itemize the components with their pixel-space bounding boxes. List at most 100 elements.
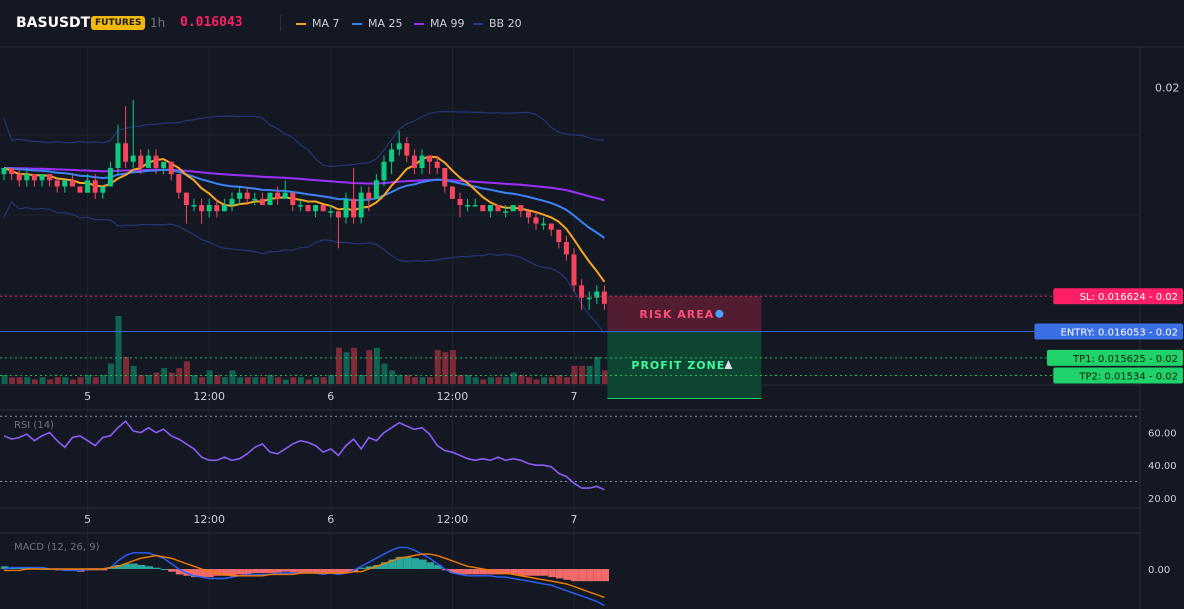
- volume-bar: [556, 374, 563, 384]
- bollinger-layer: [3, 110, 605, 335]
- volume-bar: [24, 377, 31, 384]
- candle: [586, 291, 592, 311]
- macd-hist-bar: [593, 569, 602, 582]
- candle-body: [168, 161, 174, 175]
- volume-bar: [487, 377, 494, 384]
- candle-body: [47, 174, 53, 181]
- candle-body: [601, 291, 607, 304]
- candle-body: [191, 205, 197, 207]
- macd-hist-bar: [137, 564, 146, 569]
- time-tick-label: 7: [571, 390, 578, 403]
- volume-bar: [77, 377, 84, 384]
- macd-hist-bar: [525, 569, 533, 576]
- candle-body: [381, 161, 387, 181]
- rsi-tick-label: 40.00: [1148, 461, 1177, 472]
- volume-bar: [373, 347, 380, 384]
- time-tick-label: 6: [327, 390, 334, 403]
- rsi-label: RSI (14): [14, 420, 54, 431]
- volume-bar: [525, 377, 532, 384]
- volume-bar: [16, 377, 23, 384]
- volume-bar: [183, 361, 190, 384]
- candle-body: [54, 180, 60, 187]
- volume-bar: [199, 377, 206, 384]
- candle-body: [358, 192, 364, 218]
- candle: [290, 192, 296, 212]
- volume-bar: [510, 372, 517, 384]
- volume-bar: [579, 365, 586, 384]
- candle-body: [495, 205, 501, 212]
- volume-bar: [237, 377, 244, 384]
- candle-body: [123, 143, 129, 162]
- candle-body: [9, 167, 15, 175]
- volume-bar: [290, 377, 297, 384]
- volume-bar: [123, 356, 130, 384]
- candle: [594, 285, 600, 304]
- candle: [495, 205, 501, 212]
- candle: [381, 155, 387, 187]
- macd-hist-bar: [251, 569, 260, 574]
- volume-bar: [434, 350, 441, 384]
- volume-bar: [176, 368, 183, 384]
- candle-body: [39, 174, 45, 181]
- volume-bar: [1, 374, 8, 384]
- candle-body: [472, 205, 478, 207]
- candle: [16, 167, 22, 187]
- macd-hist-bar: [130, 563, 138, 569]
- candle-body: [62, 180, 68, 187]
- volume-bar: [252, 377, 259, 384]
- volume-bar: [229, 370, 236, 384]
- macd-signal-line: [4, 553, 605, 599]
- volume-bar: [518, 374, 525, 384]
- candle-body: [419, 155, 425, 168]
- macd-hist-bar: [555, 569, 564, 579]
- candle: [9, 167, 15, 181]
- volume-bar: [92, 377, 99, 384]
- candle-body: [404, 143, 410, 156]
- candle: [191, 198, 197, 212]
- chart-root: BASUSDT FUTURES 1h 0.016043 MA 7 MA 25 M…: [0, 0, 1184, 609]
- volume-bar: [351, 347, 358, 384]
- candle: [221, 198, 227, 212]
- shield-icon: [715, 309, 724, 318]
- volume-bar: [297, 377, 304, 384]
- candle-body: [138, 155, 144, 168]
- candle-body: [290, 192, 296, 206]
- volume-bar: [282, 379, 289, 384]
- volume-bar: [244, 377, 251, 384]
- candle: [457, 192, 463, 218]
- time-tick-label: 5: [84, 513, 91, 526]
- candle: [472, 198, 478, 207]
- candle-body: [510, 205, 516, 212]
- macd-hist-bar: [153, 567, 161, 569]
- macd-hist-bar: [419, 559, 427, 569]
- volume-bar: [9, 377, 16, 384]
- chart-canvas[interactable]: RISK AREA PROFIT ZONE SL: 0.016624 - 0.02 E…: [0, 0, 1184, 609]
- bb-lower-line: [3, 200, 605, 335]
- macd-label: MACD (12, 26, 9): [14, 542, 100, 553]
- macd-hist-bar: [244, 569, 252, 575]
- candle: [229, 192, 235, 212]
- grid-layer: [0, 46, 1184, 609]
- macd-hist-bar: [472, 569, 480, 575]
- macd-hist-bar: [229, 569, 237, 576]
- volume-bar: [313, 377, 320, 384]
- entry-label: ENTRY: 0.016053 - 0.02: [1061, 327, 1179, 338]
- candle-body: [442, 167, 448, 187]
- rsi-tick-label: 20.00: [1148, 494, 1177, 505]
- price-tick-label: 0.02: [1155, 82, 1180, 95]
- candle-body: [586, 297, 592, 300]
- candle-body: [183, 192, 189, 206]
- macd-hist-bar: [426, 562, 435, 569]
- risk-area-label: RISK AREA: [639, 308, 714, 321]
- volume-bar: [503, 377, 510, 384]
- candle-body: [69, 180, 75, 187]
- macd-hist-bar: [601, 569, 609, 582]
- volume-bar: [594, 356, 601, 384]
- time-tick-label: 12:00: [193, 390, 225, 403]
- candle-body: [396, 143, 402, 150]
- macd-hist-bar: [267, 569, 275, 574]
- candle: [305, 205, 311, 212]
- candle-body: [244, 192, 250, 199]
- volume-bar: [343, 352, 350, 384]
- candle-body: [389, 149, 395, 162]
